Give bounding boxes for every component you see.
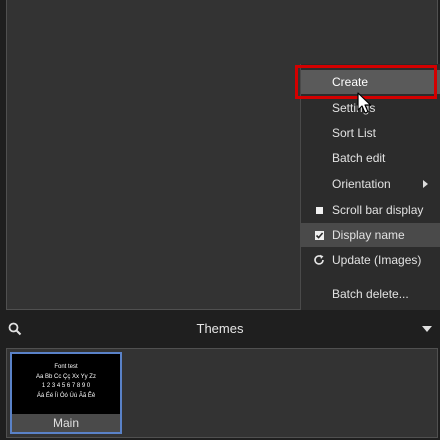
menu-item-scroll-bar-display[interactable]: Scroll bar display: [301, 198, 440, 222]
menu-item-label: Sort List: [332, 126, 377, 140]
menu-item-batch-delete[interactable]: Batch delete...: [301, 282, 440, 306]
preview-line: Font test: [54, 364, 78, 370]
menu-item-label: Batch edit: [332, 151, 386, 165]
theme-card-main[interactable]: Font test Aa Bb Cc Çç Xx Yy Zz 1 2 3 4 5…: [10, 352, 122, 434]
preview-line: 1 2 3 4 5 6 7 8 9 0: [41, 383, 91, 389]
menu-item-label: Batch delete...: [332, 287, 409, 301]
theme-preview: Font test Aa Bb Cc Çç Xx Yy Zz 1 2 3 4 5…: [12, 354, 120, 414]
themes-label: Themes: [196, 321, 244, 336]
themes-bar: Themes: [0, 315, 440, 343]
refresh-icon: [312, 248, 326, 272]
preview-line: Áá Éé Íí Óó Úú Ãã Êê: [36, 392, 96, 399]
mouse-cursor-icon: [357, 92, 372, 114]
dropdown-arrow-icon[interactable]: [422, 326, 432, 332]
menu-item-update-images[interactable]: Update (Images): [301, 248, 440, 272]
menu-item-label: Display name: [332, 228, 405, 242]
chevron-right-icon: [423, 180, 428, 188]
checkbox-unchecked-icon: [312, 198, 326, 222]
menu-item-label: Orientation: [332, 177, 391, 191]
menu-item-label: Update (Images): [332, 253, 422, 267]
theme-name: Main: [12, 414, 120, 432]
checkbox-checked-icon: [312, 223, 326, 247]
search-icon[interactable]: [8, 322, 22, 336]
menu-item-display-name[interactable]: Display name: [301, 223, 440, 247]
menu-item-sort-list[interactable]: Sort List: [301, 121, 440, 145]
menu-item-batch-edit[interactable]: Batch edit: [301, 146, 440, 170]
preview-line: Aa Bb Cc Çç Xx Yy Zz: [36, 373, 96, 380]
menu-item-label: Scroll bar display: [332, 203, 424, 217]
menu-item-orientation[interactable]: Orientation: [301, 172, 440, 196]
